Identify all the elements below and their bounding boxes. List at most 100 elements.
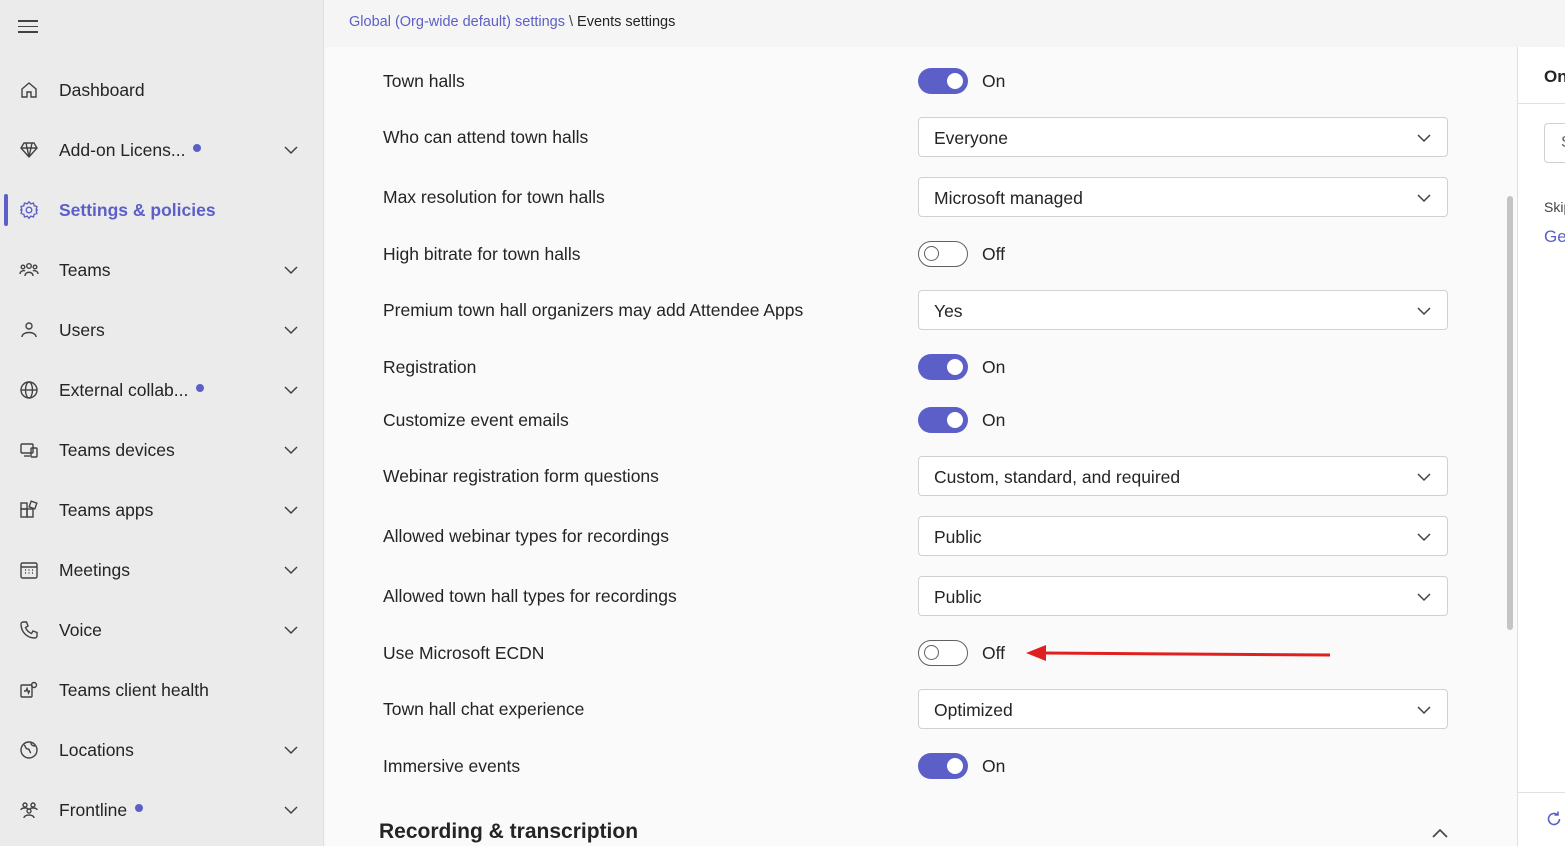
setting-label-who-can-attend-town-halls: Who can attend town halls [383, 127, 589, 147]
sidebar-item-settings-policies[interactable]: Settings & policies [0, 188, 324, 232]
sidebar-item-teams-apps[interactable]: Teams apps [0, 488, 324, 532]
chevron-down-icon[interactable] [282, 801, 300, 819]
setting-label-customize-event-emails: Customize event emails [383, 410, 569, 430]
sidebar-item-label: Settings & policies [59, 200, 216, 221]
sidebar: Dashboard Add-on Licens... Settings & poli… [0, 0, 324, 846]
dropdown-allowed-town-hall-types-for-recordings[interactable]: Public [918, 576, 1448, 616]
breadcrumb: Global (Org-wide default) settings \ Event… [349, 14, 675, 30]
toggle-state-text: Off [982, 244, 1006, 264]
dropdown-value: Public [934, 527, 982, 547]
chevron-down-icon [1415, 701, 1433, 719]
notification-dot [135, 803, 144, 812]
person-icon [18, 319, 40, 341]
sidebar-item-label: Teams client health [59, 680, 209, 701]
chevron-down-icon[interactable] [282, 621, 300, 639]
chevron-down-icon[interactable] [282, 141, 300, 159]
breadcrumb-current: Events settings [577, 14, 676, 30]
sidebar-item-label: Dashboard [59, 80, 145, 101]
sidebar-item-text: Frontline [59, 799, 128, 820]
setting-label-town-halls: Town halls [383, 71, 465, 91]
people-team-icon [18, 259, 40, 281]
sidebar-item-voice[interactable]: Voice [0, 608, 324, 652]
breadcrumb-global-settings-link[interactable]: Global (Org-wide default) settings [349, 14, 565, 30]
refresh-icon[interactable] [1544, 809, 1564, 829]
dropdown-value: Microsoft managed [934, 188, 1083, 208]
chevron-down-icon[interactable] [282, 441, 300, 459]
dropdown-allowed-webinar-types-for-recordings[interactable]: Public [918, 516, 1448, 556]
dropdown-town-hall-chat-experience[interactable]: Optimized [918, 689, 1448, 729]
sidebar-item-text: Locations [59, 739, 134, 760]
setting-label-immersive-events: Immersive events [383, 756, 521, 776]
dropdown-value: Custom, standard, and required [934, 467, 1181, 487]
toggle-state-text: Off [982, 643, 1006, 663]
chevron-up-icon[interactable] [1430, 824, 1450, 844]
dropdown-webinar-registration-form-questions[interactable]: Custom, standard, and required [918, 456, 1448, 496]
hamburger-menu-icon[interactable] [18, 20, 38, 36]
chevron-down-icon [1415, 129, 1433, 147]
sidebar-item-text: External collab... [59, 379, 189, 400]
chevron-down-icon[interactable] [282, 741, 300, 759]
sidebar-item-label: Add-on Licens... [59, 140, 202, 161]
scrollbar-thumb[interactable] [1507, 196, 1513, 630]
right-panel-skip-text: Skip [1544, 199, 1565, 215]
sidebar-item-label: External collab... [59, 379, 205, 401]
sidebar-item-label: Teams apps [59, 500, 153, 521]
dropdown-who-can-attend-town-halls[interactable]: Everyone [918, 117, 1448, 157]
right-side-panel: On S Skip Ge [1517, 47, 1565, 846]
divider [1518, 103, 1565, 104]
sidebar-item-teams-devices[interactable]: Teams devices [0, 428, 324, 472]
toggle-immersive-events[interactable] [918, 753, 968, 779]
setting-label-town-hall-chat-experience: Town hall chat experience [383, 699, 585, 719]
chevron-down-icon[interactable] [282, 261, 300, 279]
chevron-down-icon[interactable] [282, 321, 300, 339]
calendar-icon [18, 559, 40, 581]
right-panel-link[interactable]: Ge [1544, 227, 1565, 247]
toggle-customize-event-emails[interactable] [918, 407, 968, 433]
dropdown-max-resolution-for-town-halls[interactable]: Microsoft managed [918, 177, 1448, 217]
sidebar-item-meetings[interactable]: Meetings [0, 548, 324, 592]
setting-label-use-microsoft-ecdn: Use Microsoft ECDN [383, 643, 545, 663]
globe-icon [18, 379, 40, 401]
sidebar-item-text: Teams client health [59, 679, 209, 700]
sidebar-item-external-collab[interactable]: External collab... [0, 368, 324, 412]
toggle-use-microsoft-ecdn[interactable] [918, 640, 968, 666]
client-health-icon [18, 679, 40, 701]
sidebar-item-teams-client-health[interactable]: Teams client health [0, 668, 324, 712]
chevron-down-icon [1415, 468, 1433, 486]
sidebar-item-text: Teams devices [59, 439, 175, 460]
sidebar-item-text: Dashboard [59, 79, 145, 100]
gear-icon [18, 199, 40, 221]
sidebar-item-teams[interactable]: Teams [0, 248, 324, 292]
breadcrumb-separator: \ [569, 14, 574, 30]
notification-dot [196, 383, 205, 392]
notification-dot [193, 143, 202, 152]
dropdown-value: Everyone [934, 128, 1008, 148]
setting-label-high-bitrate-for-town-halls: High bitrate for town halls [383, 244, 581, 264]
phone-icon [18, 619, 40, 641]
sidebar-item-add-on-licens[interactable]: Add-on Licens... [0, 128, 324, 172]
divider [1518, 792, 1565, 793]
frontline-people-icon [18, 799, 40, 821]
sidebar-item-label: Meetings [59, 560, 130, 581]
sidebar-item-text: Teams [59, 259, 111, 280]
dropdown-value: Optimized [934, 700, 1013, 720]
toggle-state-text: On [982, 410, 1006, 430]
sidebar-item-text: Teams apps [59, 499, 154, 520]
diamond-icon [18, 139, 40, 161]
right-panel-heading: On [1544, 67, 1565, 86]
toggle-high-bitrate-for-town-halls[interactable] [918, 241, 968, 267]
home-icon [18, 79, 40, 101]
sidebar-item-locations[interactable]: Locations [0, 728, 324, 772]
sidebar-item-text: Users [59, 319, 105, 340]
toggle-registration[interactable] [918, 354, 968, 380]
right-panel-input[interactable]: S [1544, 123, 1565, 163]
sidebar-item-users[interactable]: Users [0, 308, 324, 352]
toggle-town-halls[interactable] [918, 68, 968, 94]
sidebar-item-frontline[interactable]: Frontline [0, 788, 324, 832]
chevron-down-icon[interactable] [282, 381, 300, 399]
dropdown-premium-town-hall-organizers-may-add-attendee-apps[interactable]: Yes [918, 290, 1448, 330]
sidebar-item-dashboard[interactable]: Dashboard [0, 68, 324, 112]
chevron-down-icon[interactable] [282, 561, 300, 579]
chevron-down-icon[interactable] [282, 501, 300, 519]
annotation-arrow [1026, 645, 1331, 661]
